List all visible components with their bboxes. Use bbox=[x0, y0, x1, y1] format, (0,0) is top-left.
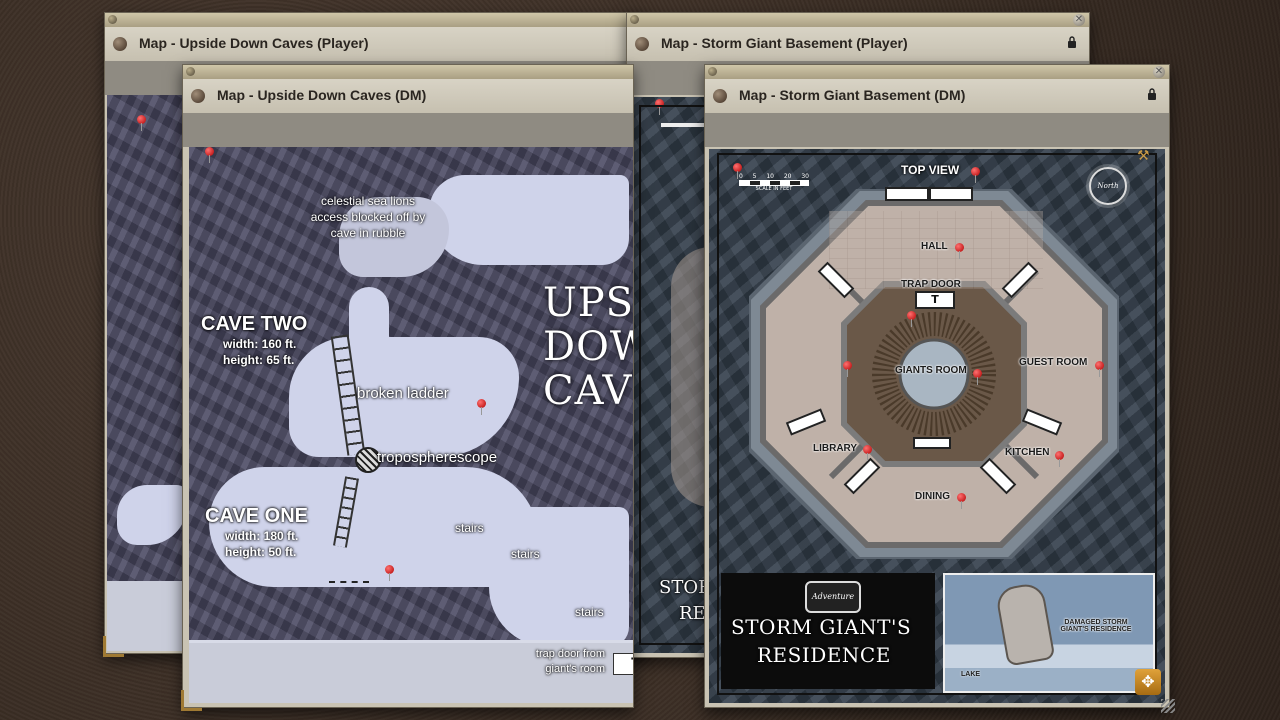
stud-icon bbox=[186, 67, 195, 76]
cave-two-name: CAVE TWO bbox=[201, 313, 308, 335]
cave-two-height: height: 65 ft. bbox=[223, 353, 295, 367]
close-icon[interactable]: ✕ bbox=[1073, 14, 1085, 26]
window-drag-bar[interactable]: ✕ bbox=[627, 13, 1089, 28]
room-label-library: LIBRARY bbox=[813, 443, 858, 454]
cave-area bbox=[117, 485, 187, 545]
publisher-logo: Adventure bbox=[805, 581, 861, 613]
room-label-giants-room: GIANTS ROOM bbox=[895, 365, 967, 376]
stud-icon bbox=[630, 15, 639, 24]
top-view-label: TOP VIEW bbox=[901, 163, 960, 177]
trap-door-marker[interactable]: T bbox=[915, 291, 955, 309]
window-title: Map - Storm Giant Basement (DM) bbox=[739, 87, 966, 103]
room-label-guest-room: GUEST ROOM bbox=[1019, 357, 1088, 368]
map-pin-icon[interactable] bbox=[957, 493, 966, 509]
room-label-trap-door: TRAP DOOR bbox=[901, 279, 961, 290]
cave-two-width: width: 160 ft. bbox=[223, 337, 297, 351]
map-pin-icon[interactable] bbox=[907, 311, 916, 327]
map-pin-icon[interactable] bbox=[1055, 451, 1064, 467]
map-pin-icon[interactable] bbox=[205, 147, 214, 163]
map-pin-icon[interactable] bbox=[477, 399, 486, 415]
tool-icon[interactable]: ⚒ bbox=[1137, 149, 1155, 163]
troposcope-label: tropospherescope bbox=[377, 449, 498, 466]
room-label-kitchen: KITCHEN bbox=[1005, 447, 1050, 458]
map-pin-icon[interactable] bbox=[137, 115, 146, 131]
inset-lake-label: LAKE bbox=[961, 671, 981, 678]
window-titlebar[interactable]: Map - Upside Down Caves (Player) bbox=[105, 27, 645, 61]
cave-passage bbox=[349, 287, 389, 367]
trap-door-marker[interactable]: T bbox=[613, 653, 633, 675]
cave-stairs-area bbox=[489, 507, 629, 647]
window-menu-icon[interactable] bbox=[113, 37, 127, 51]
window-storm-dm[interactable]: ✕ Map - Storm Giant Basement (DM) 0 5 10 20… bbox=[704, 64, 1175, 713]
window-menu-icon[interactable] bbox=[191, 89, 205, 103]
window-menu-icon[interactable] bbox=[635, 37, 649, 51]
map-pin-icon[interactable] bbox=[863, 445, 872, 461]
expand-icon[interactable]: ✥ bbox=[1135, 669, 1161, 695]
cave-one-name: CAVE ONE bbox=[205, 505, 308, 527]
stairs-label: stairs bbox=[455, 521, 484, 535]
stud-icon bbox=[108, 15, 117, 24]
stud-icon bbox=[708, 67, 717, 76]
window-menu-icon[interactable] bbox=[713, 89, 727, 103]
window-titlebar[interactable]: Map - Storm Giant Basement (Player) bbox=[627, 27, 1089, 61]
tower-ruin bbox=[994, 581, 1056, 667]
window-title: Map - Storm Giant Basement (Player) bbox=[661, 35, 908, 51]
map-image[interactable]: UPSIDE DOWN CAVES celestial sea lions ac… bbox=[189, 147, 633, 703]
map-pin-icon[interactable] bbox=[973, 369, 982, 385]
map-pin-icon[interactable] bbox=[733, 163, 742, 179]
lock-icon[interactable] bbox=[1147, 88, 1157, 100]
resize-grip-icon[interactable] bbox=[1161, 699, 1175, 713]
residence-title-line1: STORM GIANT'S bbox=[731, 615, 912, 639]
inset-caption: DAMAGED STORM GIANT'S RESIDENCE bbox=[1060, 619, 1132, 633]
window-title: Map - Upside Down Caves (Player) bbox=[139, 35, 369, 51]
door-icon[interactable] bbox=[885, 187, 929, 201]
map-pin-icon[interactable] bbox=[1095, 361, 1104, 377]
map-pin-icon[interactable] bbox=[955, 243, 964, 259]
map-title-art: UPSIDE DOWN CAVES bbox=[543, 280, 633, 414]
rubble-icon bbox=[329, 569, 369, 583]
lock-icon[interactable] bbox=[1067, 36, 1077, 48]
room-label-dining: DINING bbox=[915, 491, 950, 502]
door-icon[interactable] bbox=[929, 187, 973, 201]
window-resize-corner[interactable] bbox=[181, 690, 202, 711]
window-titlebar[interactable]: Map - Storm Giant Basement (DM) bbox=[705, 79, 1169, 113]
map-image[interactable]: 0 5 10 20 30 SCALE IN FEET TOP VIEW North ⚒ bbox=[709, 149, 1165, 703]
window-toolbar bbox=[183, 113, 633, 147]
door-icon[interactable] bbox=[913, 437, 951, 449]
close-icon[interactable]: ✕ bbox=[1153, 66, 1165, 78]
player-residence-title-line2: RE bbox=[679, 603, 706, 624]
stairs-label: stairs bbox=[575, 605, 604, 619]
window-drag-bar[interactable]: ✕ bbox=[705, 65, 1169, 80]
cave-upper-area bbox=[429, 175, 629, 265]
map-pin-icon[interactable] bbox=[385, 565, 394, 581]
map-pin-icon[interactable] bbox=[843, 361, 852, 377]
cave-one-width: width: 180 ft. bbox=[225, 529, 299, 543]
note-sea-lions: celestial sea lions access blocked off b… bbox=[310, 194, 426, 240]
cave-one-height: height: 50 ft. bbox=[225, 545, 297, 559]
window-drag-bar[interactable] bbox=[105, 13, 645, 28]
window-titlebar[interactable]: Map - Upside Down Caves (DM) bbox=[183, 79, 633, 113]
stairs-label: stairs bbox=[511, 547, 540, 561]
inset-map[interactable]: DAMAGED STORM GIANT'S RESIDENCE LAKE bbox=[943, 573, 1155, 693]
broken-ladder-label: broken ladder bbox=[357, 385, 449, 402]
window-drag-bar[interactable] bbox=[183, 65, 633, 80]
window-toolbar bbox=[705, 113, 1169, 147]
window-title: Map - Upside Down Caves (DM) bbox=[217, 87, 427, 103]
map-pin-icon[interactable] bbox=[971, 167, 980, 183]
window-upside-dm[interactable]: Map - Upside Down Caves (DM) UPSIDE DOWN… bbox=[181, 64, 634, 711]
residence-title-line2: RESIDENCE bbox=[757, 643, 891, 667]
trap-door-note: trap door from giant's room bbox=[535, 648, 605, 675]
window-resize-corner[interactable] bbox=[103, 636, 124, 657]
room-label-hall: HALL bbox=[921, 241, 948, 252]
scale-bar bbox=[661, 123, 707, 127]
